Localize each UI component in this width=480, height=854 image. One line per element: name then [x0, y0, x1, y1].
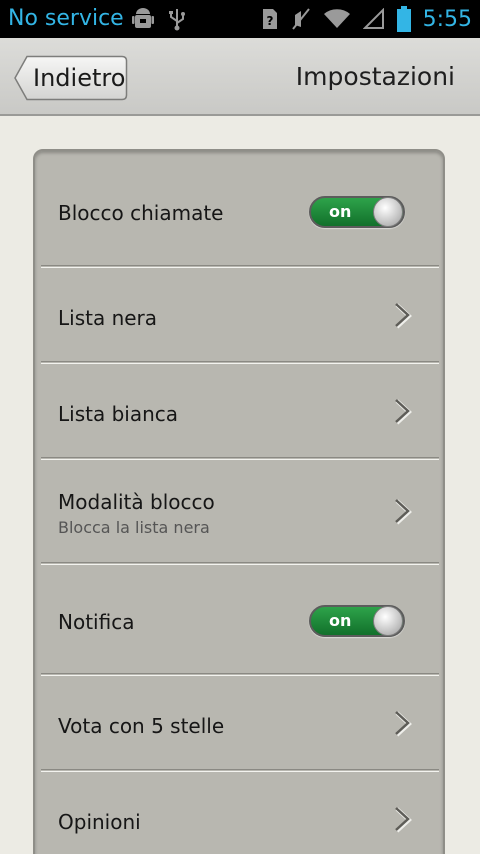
page-title: Impostazioni [295, 62, 455, 91]
sim-unknown-icon: ? [261, 7, 279, 31]
carrier-text: No service [8, 6, 124, 31]
setting-label: Lista nera [58, 306, 158, 330]
setting-row-blacklist[interactable]: Lista nera [41, 268, 439, 364]
setting-row-call-block[interactable]: Blocco chiamate on [41, 151, 439, 268]
setting-row-rate[interactable]: Vota con 5 stelle [41, 676, 439, 772]
setting-label: Vota con 5 stelle [58, 714, 225, 738]
status-bar: No service ? 5:55 [0, 0, 480, 38]
setting-row-notification[interactable]: Notifica on [41, 565, 439, 676]
setting-label: Notifica [58, 610, 135, 634]
setting-label: Opinioni [58, 810, 141, 834]
toggle-knob [373, 606, 403, 636]
setting-row-whitelist[interactable]: Lista bianca [41, 364, 439, 460]
setting-label: Blocco chiamate [58, 201, 224, 225]
back-button[interactable]: Indietro [14, 55, 128, 101]
battery-icon [396, 6, 411, 32]
setting-row-block-mode[interactable]: Modalità blocco Blocca la lista nera [41, 460, 439, 565]
toggle-state-label: on [329, 202, 352, 221]
chevron-right-icon [395, 399, 412, 425]
settings-panel: Blocco chiamate on Lista nera Lista bian… [33, 149, 445, 854]
setting-label: Lista bianca [58, 402, 179, 426]
signal-icon [362, 8, 385, 30]
usb-icon [168, 7, 186, 31]
action-bar: Indietro Impostazioni [0, 38, 480, 116]
chevron-right-icon [395, 807, 412, 833]
toggle-state-label: on [329, 611, 352, 630]
clock: 5:55 [422, 6, 472, 32]
chevron-right-icon [395, 499, 412, 525]
setting-row-feedback[interactable]: Opinioni [41, 772, 439, 854]
svg-text:?: ? [266, 14, 273, 28]
setting-sublabel: Blocca la lista nera [58, 518, 210, 537]
back-button-label: Indietro [33, 64, 126, 92]
toggle-knob [373, 197, 403, 227]
wifi-icon [323, 8, 351, 30]
chevron-right-icon [395, 303, 412, 329]
android-debug-icon [131, 7, 154, 31]
notification-toggle[interactable]: on [309, 605, 405, 637]
chevron-right-icon [395, 711, 412, 737]
call-block-toggle[interactable]: on [309, 196, 405, 228]
setting-label: Modalità blocco [58, 490, 215, 514]
mute-icon [291, 7, 311, 31]
